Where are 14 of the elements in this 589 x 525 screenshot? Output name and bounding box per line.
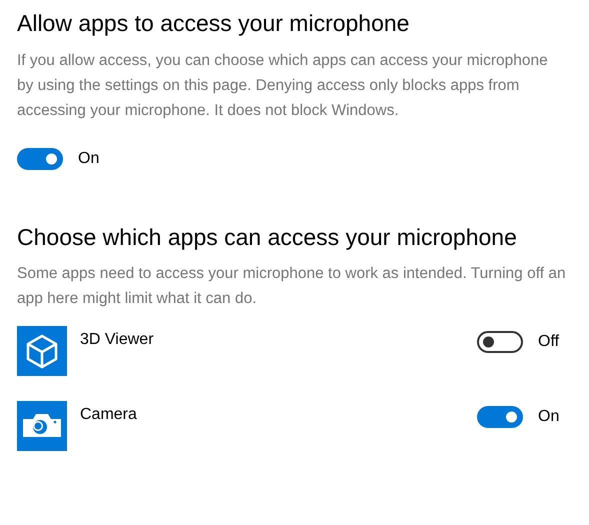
section-description: If you allow access, you can choose which apps can access your microphone by using the settings on this page. Denying access only blocks apps from accessing your microphone. It does not block Windows.	[17, 51, 549, 121]
section-title: Allow apps to access your microphone	[17, 9, 410, 38]
section-title: Choose which apps can access your microphone	[17, 223, 518, 252]
toggle-switch[interactable]	[477, 406, 523, 428]
app-name: 3D Viewer	[80, 330, 155, 350]
toggle-switch[interactable]	[17, 148, 63, 170]
toggle-label: On	[538, 407, 560, 427]
app-name: Camera	[80, 405, 138, 425]
section-description: Some apps need to access your microphone to work as intended. Turning off an app here might limit what it can do.	[17, 264, 567, 309]
camera-icon	[17, 401, 67, 451]
toggle-label: Off	[538, 332, 560, 352]
cube-icon	[17, 326, 67, 376]
toggle-label: On	[78, 149, 100, 169]
toggle-switch[interactable]	[477, 331, 523, 353]
